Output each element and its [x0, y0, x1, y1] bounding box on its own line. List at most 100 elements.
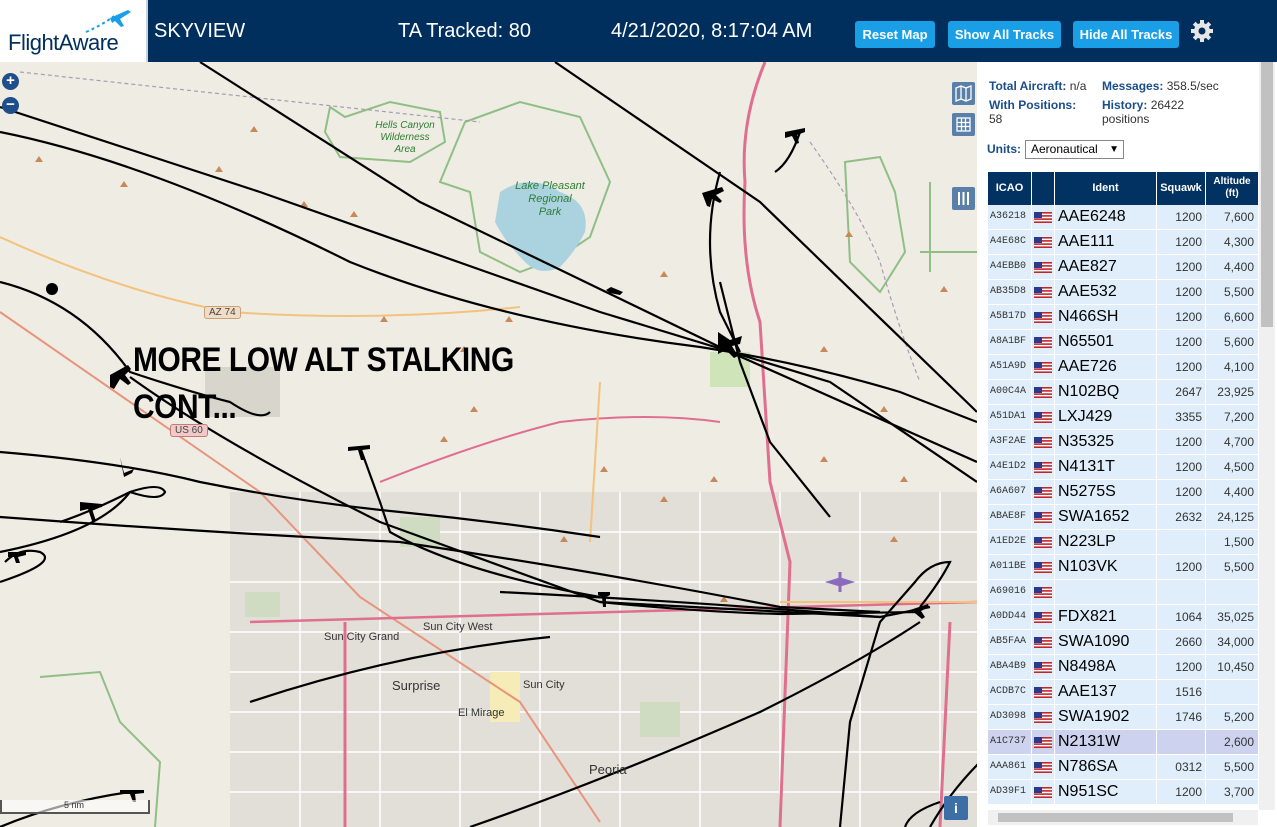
table-row[interactable]: ABAE8F SWA1652 2632 24,125 [988, 505, 1258, 530]
label-lake-pleasant: Lake Pleasant Regional Park [510, 180, 590, 219]
scale-bar: 5 nm [0, 800, 150, 814]
squawk-cell: 1200 [1157, 305, 1205, 329]
units-label: Units: [987, 142, 1021, 156]
squawk-cell: 1200 [1157, 480, 1205, 504]
label-surprise: Surprise [392, 678, 441, 693]
us-flag-icon [1034, 687, 1052, 698]
hells-canyon-text: Hells Canyon [375, 120, 435, 131]
history-label: History: [1102, 98, 1148, 112]
col-icao[interactable]: ICAO [988, 172, 1031, 205]
units-select[interactable]: Aeronautical ▼ [1025, 140, 1124, 159]
icao-cell: A8A1BF [988, 330, 1031, 354]
col-ident[interactable]: Ident [1055, 172, 1156, 205]
table-row[interactable]: A4E1D2 N4131T 1200 4,500 [988, 455, 1258, 480]
col-squawk[interactable]: Squawk [1157, 172, 1205, 205]
flag-cell [1032, 330, 1054, 354]
squawk-cell: 1516 [1157, 680, 1205, 704]
ident-cell: N786SA [1055, 755, 1156, 779]
icao-cell: AB5FAA [988, 630, 1031, 654]
info-button[interactable]: i [944, 796, 968, 820]
dropdown-arrow-icon: ▼ [1109, 144, 1119, 155]
hide-all-tracks-button[interactable]: Hide All Tracks [1073, 21, 1179, 48]
us-flag-icon [1034, 712, 1052, 723]
gear-icon[interactable] [1189, 18, 1215, 44]
table-row[interactable]: A5B17D N466SH 1200 6,600 [988, 305, 1258, 330]
squawk-cell: 1200 [1157, 780, 1205, 804]
icao-cell: A1ED2E [988, 530, 1031, 554]
reset-map-button[interactable]: Reset Map [855, 21, 935, 48]
label-peoria: Peoria [589, 762, 627, 777]
zoom-out-button[interactable]: − [2, 97, 19, 114]
table-row[interactable]: A3F2AE N35325 1200 4,700 [988, 430, 1258, 455]
table-row[interactable]: A36218 AAE6248 1200 7,600 [988, 205, 1258, 230]
us-flag-icon [1034, 287, 1052, 298]
table-row[interactable]: AD39F1 N951SC 1200 3,700 [988, 780, 1258, 805]
icao-cell: A4E68C [988, 230, 1031, 254]
flightaware-logo[interactable]: FlightAware [0, 0, 148, 62]
squawk-cell: 1200 [1157, 280, 1205, 304]
col-altitude[interactable]: Altitude (ft) [1206, 172, 1258, 205]
columns-toggle-button[interactable] [952, 187, 975, 210]
table-row[interactable]: AB5FAA SWA1090 2660 34,000 [988, 630, 1258, 655]
icao-cell: A4EBB0 [988, 255, 1031, 279]
altitude-cell: 6,600 [1206, 305, 1258, 329]
annotation-line-1: MORE LOW ALT STALKING [133, 341, 514, 379]
panel-vertical-scrollbar[interactable] [1259, 62, 1275, 810]
table-row[interactable]: AB35D8 AAE532 1200 5,500 [988, 280, 1258, 305]
us-flag-icon [1034, 362, 1052, 373]
table-row[interactable]: ABA4B9 N8498A 1200 10,450 [988, 655, 1258, 680]
zoom-in-button[interactable]: + [2, 73, 19, 90]
ident-cell: N951SC [1055, 780, 1156, 804]
icao-cell: AD39F1 [988, 780, 1031, 804]
us-flag-icon [1034, 312, 1052, 323]
icao-cell: AB35D8 [988, 280, 1031, 304]
ident-cell: SWA1090 [1055, 630, 1156, 654]
icao-cell: A69016 [988, 580, 1031, 604]
table-row[interactable]: A69016 [988, 580, 1258, 605]
annotation-overlay: MORE LOW ALT STALKING CONT... [133, 337, 514, 431]
map-icon [955, 85, 972, 102]
squawk-cell [1157, 730, 1205, 754]
altitude-cell: 5,500 [1206, 755, 1258, 779]
icao-cell: A51A9D [988, 355, 1031, 379]
horizontal-scroll-thumb[interactable] [998, 813, 1233, 822]
table-row[interactable]: A1C737 N2131W 2,600 [988, 730, 1258, 755]
map-layers-button[interactable] [952, 82, 975, 105]
table-row[interactable]: A4EBB0 AAE827 1200 4,400 [988, 255, 1258, 280]
map-view[interactable]: Hells Canyon Wilderness Area Lake Pleasa… [0, 62, 977, 827]
panel-horizontal-scrollbar[interactable] [988, 810, 1258, 825]
grid-toggle-button[interactable] [952, 113, 975, 136]
col-flag[interactable] [1032, 172, 1054, 205]
table-row[interactable]: ACDB7C AAE137 1516 [988, 680, 1258, 705]
table-row[interactable]: A6A607 N5275S 1200 4,400 [988, 480, 1258, 505]
squawk-cell: 3355 [1157, 405, 1205, 429]
show-all-tracks-button[interactable]: Show All Tracks [948, 21, 1061, 48]
ident-cell: N5275S [1055, 480, 1156, 504]
table-row[interactable]: A011BE N103VK 1200 5,500 [988, 555, 1258, 580]
us-flag-icon [1034, 237, 1052, 248]
table-row[interactable]: A0DD44 FDX821 1064 35,025 [988, 605, 1258, 630]
squawk-cell: 1200 [1157, 255, 1205, 279]
ident-cell: N103VK [1055, 555, 1156, 579]
ident-cell: LXJ429 [1055, 405, 1156, 429]
label-az74: AZ 74 [204, 306, 241, 319]
app-title: SKYVIEW [154, 20, 246, 42]
table-row[interactable]: A4E68C AAE111 1200 4,300 [988, 230, 1258, 255]
table-row[interactable]: A51DA1 LXJ429 3355 7,200 [988, 405, 1258, 430]
flag-cell [1032, 380, 1054, 404]
wilderness-text: Wilderness [380, 132, 430, 143]
table-row[interactable]: A51A9D AAE726 1200 4,100 [988, 355, 1258, 380]
table-row[interactable]: AAA861 N786SA 0312 5,500 [988, 755, 1258, 780]
squawk-cell: 1200 [1157, 555, 1205, 579]
table-row[interactable]: AD3098 SWA1902 1746 5,200 [988, 705, 1258, 730]
clock: 4/21/2020, 8:17:04 AM [611, 20, 813, 42]
vertical-scroll-thumb[interactable] [1261, 62, 1273, 327]
label-sun-city-grand: Sun City Grand [324, 631, 400, 643]
aircraft-panel: Total Aircraft: n/a Messages: 358.5/sec … [977, 62, 1277, 827]
table-row[interactable]: A8A1BF N65501 1200 5,600 [988, 330, 1258, 355]
table-row[interactable]: A00C4A N102BQ 2647 23,925 [988, 380, 1258, 405]
us-flag-icon [1034, 387, 1052, 398]
messages-label: Messages: [1102, 79, 1164, 93]
table-row[interactable]: A1ED2E N223LP 1,500 [988, 530, 1258, 555]
altitude-cell: 10,450 [1206, 655, 1258, 679]
